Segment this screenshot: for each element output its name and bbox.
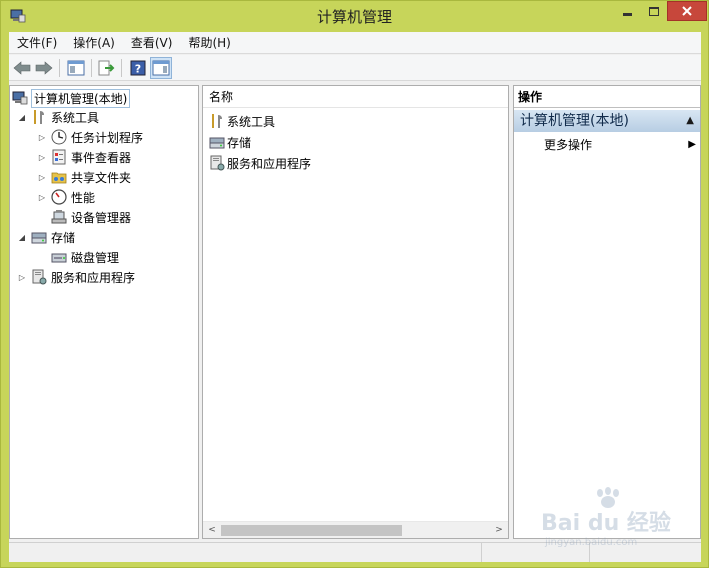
collapsed-triangle-icon[interactable]: ▷ xyxy=(36,151,48,163)
collapse-triangle-icon[interactable]: ▲ xyxy=(686,110,694,132)
tree-item-label: 共享文件夹 xyxy=(71,170,132,185)
tree-item-disk-management[interactable]: 磁盘管理 xyxy=(48,247,119,267)
collapsed-triangle-icon[interactable]: ▷ xyxy=(16,271,28,283)
device-manager-icon xyxy=(51,210,67,224)
performance-icon xyxy=(51,189,67,205)
tree-item-label: 磁盘管理 xyxy=(71,250,120,265)
list-item-label: 服务和应用程序 xyxy=(227,156,312,171)
title-bar[interactable]: 计算机管理 xyxy=(1,1,708,32)
tree-item-label: 设备管理器 xyxy=(71,210,132,225)
status-cell xyxy=(481,543,589,562)
toolbar-separator xyxy=(121,59,122,77)
services-apps-icon xyxy=(210,155,225,171)
horizontal-scrollbar[interactable]: < > xyxy=(203,521,508,538)
tree-item-event-viewer[interactable]: ▷ 事件查看器 xyxy=(36,147,131,167)
actions-header: 操作 xyxy=(514,86,700,108)
list-item[interactable]: 服务和应用程序 xyxy=(209,153,311,173)
collapsed-triangle-icon[interactable]: ▷ xyxy=(36,191,48,203)
menu-bar: 文件(F) 操作(A) 查看(V) 帮助(H) xyxy=(9,32,701,54)
actions-pane: 操作 计算机管理(本地) ▲ 更多操作 ▶ xyxy=(513,85,701,539)
help-icon: ? xyxy=(130,60,146,76)
minimize-icon xyxy=(623,12,632,16)
export-list-button[interactable] xyxy=(96,58,116,78)
export-list-icon xyxy=(98,60,115,76)
forward-arrow-icon xyxy=(35,61,53,75)
tree-item-task-scheduler[interactable]: ▷ 任务计划程序 xyxy=(36,127,143,147)
tree-item-label: 事件查看器 xyxy=(71,150,132,165)
services-apps-icon xyxy=(32,269,47,285)
tree-item-label: 系统工具 xyxy=(51,110,100,125)
list-item[interactable]: 存储 xyxy=(209,132,251,152)
storage-icon xyxy=(209,137,225,149)
back-button[interactable] xyxy=(12,58,32,78)
close-icon xyxy=(682,6,692,16)
toolbar-separator xyxy=(91,59,92,77)
tree-item-label: 服务和应用程序 xyxy=(51,270,136,285)
status-cell xyxy=(589,543,701,562)
results-list-pane[interactable]: 名称 系统工具 存储 服务和应用程序 < > xyxy=(202,85,509,539)
menu-file[interactable]: 文件(F) xyxy=(9,32,65,54)
collapsed-triangle-icon[interactable]: ▷ xyxy=(36,131,48,143)
help-button[interactable]: ? xyxy=(128,58,148,78)
list-item-label: 存储 xyxy=(227,135,252,150)
toolbar-separator xyxy=(59,59,60,77)
tree-item-label: 性能 xyxy=(71,190,96,205)
status-bar xyxy=(9,542,701,562)
forward-button[interactable] xyxy=(34,58,54,78)
system-tools-icon xyxy=(34,110,44,124)
actions-section-label: 计算机管理(本地) xyxy=(520,113,629,129)
toolbar: ? xyxy=(9,55,701,81)
menu-view[interactable]: 查看(V) xyxy=(123,32,181,54)
back-arrow-icon xyxy=(13,61,31,75)
tree-item-storage[interactable]: ◢ 存储 xyxy=(16,227,75,247)
console-tree-pane[interactable]: 计算机管理(本地) ◢ 系统工具 ▷ 任务计划程序 ▷ 事件查看器 ▷ 共享文件 xyxy=(9,85,199,539)
actions-section-computer-management[interactable]: 计算机管理(本地) ▲ xyxy=(514,110,700,132)
expanded-triangle-icon[interactable]: ◢ xyxy=(16,231,28,243)
minimize-button[interactable] xyxy=(614,1,641,21)
system-tools-icon xyxy=(212,114,222,128)
maximize-button[interactable] xyxy=(641,1,667,21)
expanded-triangle-icon[interactable]: ◢ xyxy=(16,111,28,123)
tree-item-system-tools[interactable]: ◢ 系统工具 xyxy=(16,107,99,127)
more-actions-label: 更多操作 xyxy=(544,138,593,152)
task-scheduler-icon xyxy=(51,129,67,145)
storage-icon xyxy=(31,232,47,244)
event-viewer-icon xyxy=(52,149,66,165)
tree-item-label: 计算机管理(本地) xyxy=(30,88,131,108)
show-hide-console-tree-icon xyxy=(67,60,85,76)
submenu-arrow-icon: ▶ xyxy=(688,139,696,150)
tree-item-shared-folders[interactable]: ▷ 共享文件夹 xyxy=(36,167,131,187)
scroll-thumb[interactable] xyxy=(221,525,402,536)
column-header-name[interactable]: 名称 xyxy=(203,86,508,108)
menu-help[interactable]: 帮助(H) xyxy=(180,32,238,54)
scroll-left-icon[interactable]: < xyxy=(205,524,219,536)
disk-management-icon xyxy=(51,253,67,263)
tree-item-computer-management[interactable]: 计算机管理(本地) xyxy=(12,88,131,108)
computer-management-icon xyxy=(12,91,28,105)
app-window: 计算机管理 文件(F) 操作(A) 查看(V) 帮助(H) ? 计算机管理(本地… xyxy=(0,0,709,568)
svg-text:?: ? xyxy=(135,63,141,76)
show-hide-action-pane-icon xyxy=(152,60,170,76)
show-hide-action-pane-button[interactable] xyxy=(150,57,172,79)
menu-action[interactable]: 操作(A) xyxy=(65,32,123,54)
scroll-right-icon[interactable]: > xyxy=(492,524,506,536)
more-actions-item[interactable]: 更多操作 ▶ xyxy=(544,135,696,155)
tree-item-label: 任务计划程序 xyxy=(71,130,144,145)
list-item-label: 系统工具 xyxy=(227,114,276,129)
close-button[interactable] xyxy=(667,1,707,21)
tree-item-device-manager[interactable]: 设备管理器 xyxy=(48,207,131,227)
list-item[interactable]: 系统工具 xyxy=(209,111,275,131)
tree-item-services-apps[interactable]: ▷ 服务和应用程序 xyxy=(16,267,135,287)
maximize-icon xyxy=(649,6,659,16)
tree-item-label: 存储 xyxy=(51,230,76,245)
collapsed-triangle-icon[interactable]: ▷ xyxy=(36,171,48,183)
tree-item-performance[interactable]: ▷ 性能 xyxy=(36,187,95,207)
show-hide-console-tree-button[interactable] xyxy=(66,58,86,78)
shared-folder-icon xyxy=(51,172,67,184)
window-title: 计算机管理 xyxy=(316,8,392,26)
client-area: 文件(F) 操作(A) 查看(V) 帮助(H) ? 计算机管理(本地) ◢ 系统… xyxy=(9,32,701,562)
